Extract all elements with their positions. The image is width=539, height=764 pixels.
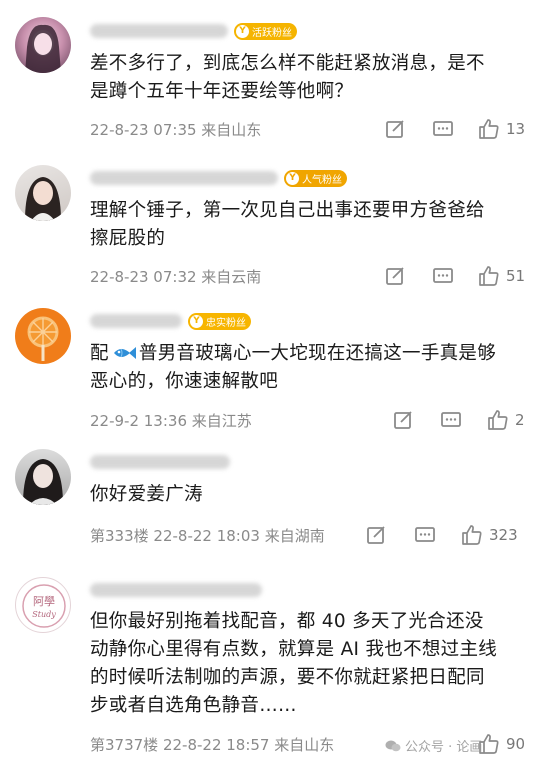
username[interactable]	[90, 583, 262, 597]
like-button[interactable]: 13	[478, 117, 525, 141]
badge-label: 人气粉丝	[302, 174, 342, 186]
thumbs-up-icon	[479, 266, 499, 286]
comment-meta: 22-8-23 07:35 来自山东	[90, 121, 262, 139]
comment-button[interactable]	[414, 523, 436, 547]
like-button[interactable]: 2	[487, 408, 525, 432]
username[interactable]	[90, 455, 230, 469]
username-row: Y 人气粉丝	[90, 167, 347, 189]
comment-list: Y 活跃粉丝 差不多行了，到底怎么样不能赶紧放消息，是不 是蹲个五年十年还要绘等他…	[0, 0, 539, 764]
thumbs-up-icon	[488, 410, 508, 430]
badge-label: 忠实粉丝	[206, 317, 246, 329]
like-count: 51	[506, 267, 526, 285]
avatar-text-bottom: Study	[32, 610, 56, 619]
thumbs-up-icon	[479, 119, 499, 139]
fan-badge: Y 人气粉丝	[284, 169, 347, 187]
comment-button[interactable]	[440, 408, 462, 432]
like-count: 90	[506, 735, 526, 753]
avatar[interactable]	[15, 165, 71, 221]
comment-text-part: 普男音玻璃心一大坨现在还搞这一手真是够 恶心的，你速速解散吧	[90, 343, 497, 392]
username-row	[90, 579, 262, 601]
comment-icon	[441, 412, 461, 427]
repost-icon	[386, 120, 404, 138]
comment-text: 你好爱姜广涛	[90, 484, 203, 505]
avatar[interactable]	[15, 17, 71, 73]
username-row: Y 活跃粉丝	[90, 20, 297, 42]
repost-button[interactable]	[392, 408, 414, 432]
fish-emoji-icon	[113, 347, 136, 359]
avatar[interactable]: 阿學 Study	[15, 577, 71, 633]
fan-badge: Y 忠实粉丝	[188, 312, 251, 330]
comment-icon	[433, 268, 453, 283]
comment-button[interactable]	[432, 264, 454, 288]
comment-meta: 第3737楼 22-8-22 18:57 来自山东	[90, 736, 335, 754]
like-button[interactable]: 90	[478, 732, 525, 756]
like-count: 2	[515, 411, 525, 429]
watermark-text: 公众号 · 论画	[405, 740, 483, 755]
badge-label: 活跃粉丝	[252, 27, 292, 39]
comment-meta: 22-8-23 07:32 来自云南	[90, 268, 262, 286]
thumbs-up-icon	[462, 525, 482, 545]
watermark: 公众号 · 论画	[385, 736, 482, 755]
like-button[interactable]: 51	[478, 264, 525, 288]
comment-meta: 第333楼 22-8-22 18:03 来自湖南	[90, 527, 325, 545]
comment-text-part: 配	[90, 343, 109, 364]
comment-icon	[415, 527, 435, 542]
comment-icon	[433, 121, 453, 136]
comment-text: 但你最好别拖着找配音，都 40 多天了光合还没 动静你心里得有点数，就算是 AI…	[90, 611, 498, 716]
comment-text: 配普男音玻璃心一大坨现在还搞这一手真是够 恶心的，你速速解散吧	[90, 340, 530, 396]
comment-text: 差不多行了，到底怎么样不能赶紧放消息，是不 是蹲个五年十年还要绘等他啊？	[90, 53, 485, 102]
like-count: 13	[506, 120, 526, 138]
comment-button[interactable]	[432, 117, 454, 141]
username-row	[90, 451, 230, 473]
like-count: 323	[489, 526, 518, 544]
comment-meta: 22-9-2 13:36 来自江苏	[90, 412, 252, 430]
username-row: Y 忠实粉丝	[90, 310, 251, 332]
username[interactable]	[90, 314, 182, 328]
repost-button[interactable]	[365, 523, 387, 547]
like-button[interactable]: 323	[461, 523, 518, 547]
repost-button[interactable]	[384, 117, 406, 141]
username[interactable]	[90, 24, 228, 38]
repost-icon	[367, 526, 385, 544]
comment-text: 理解个锤子，第一次见自己出事还要甲方爸爸给 擦屁股的	[90, 200, 485, 249]
avatar[interactable]	[15, 308, 71, 364]
avatar[interactable]	[15, 449, 71, 505]
repost-icon	[394, 411, 412, 429]
repost-button[interactable]	[384, 264, 406, 288]
avatar-text-top: 阿學	[33, 595, 55, 608]
username[interactable]	[90, 171, 278, 185]
fan-badge: Y 活跃粉丝	[234, 22, 297, 40]
wechat-icon	[385, 740, 401, 751]
repost-icon	[386, 267, 404, 285]
